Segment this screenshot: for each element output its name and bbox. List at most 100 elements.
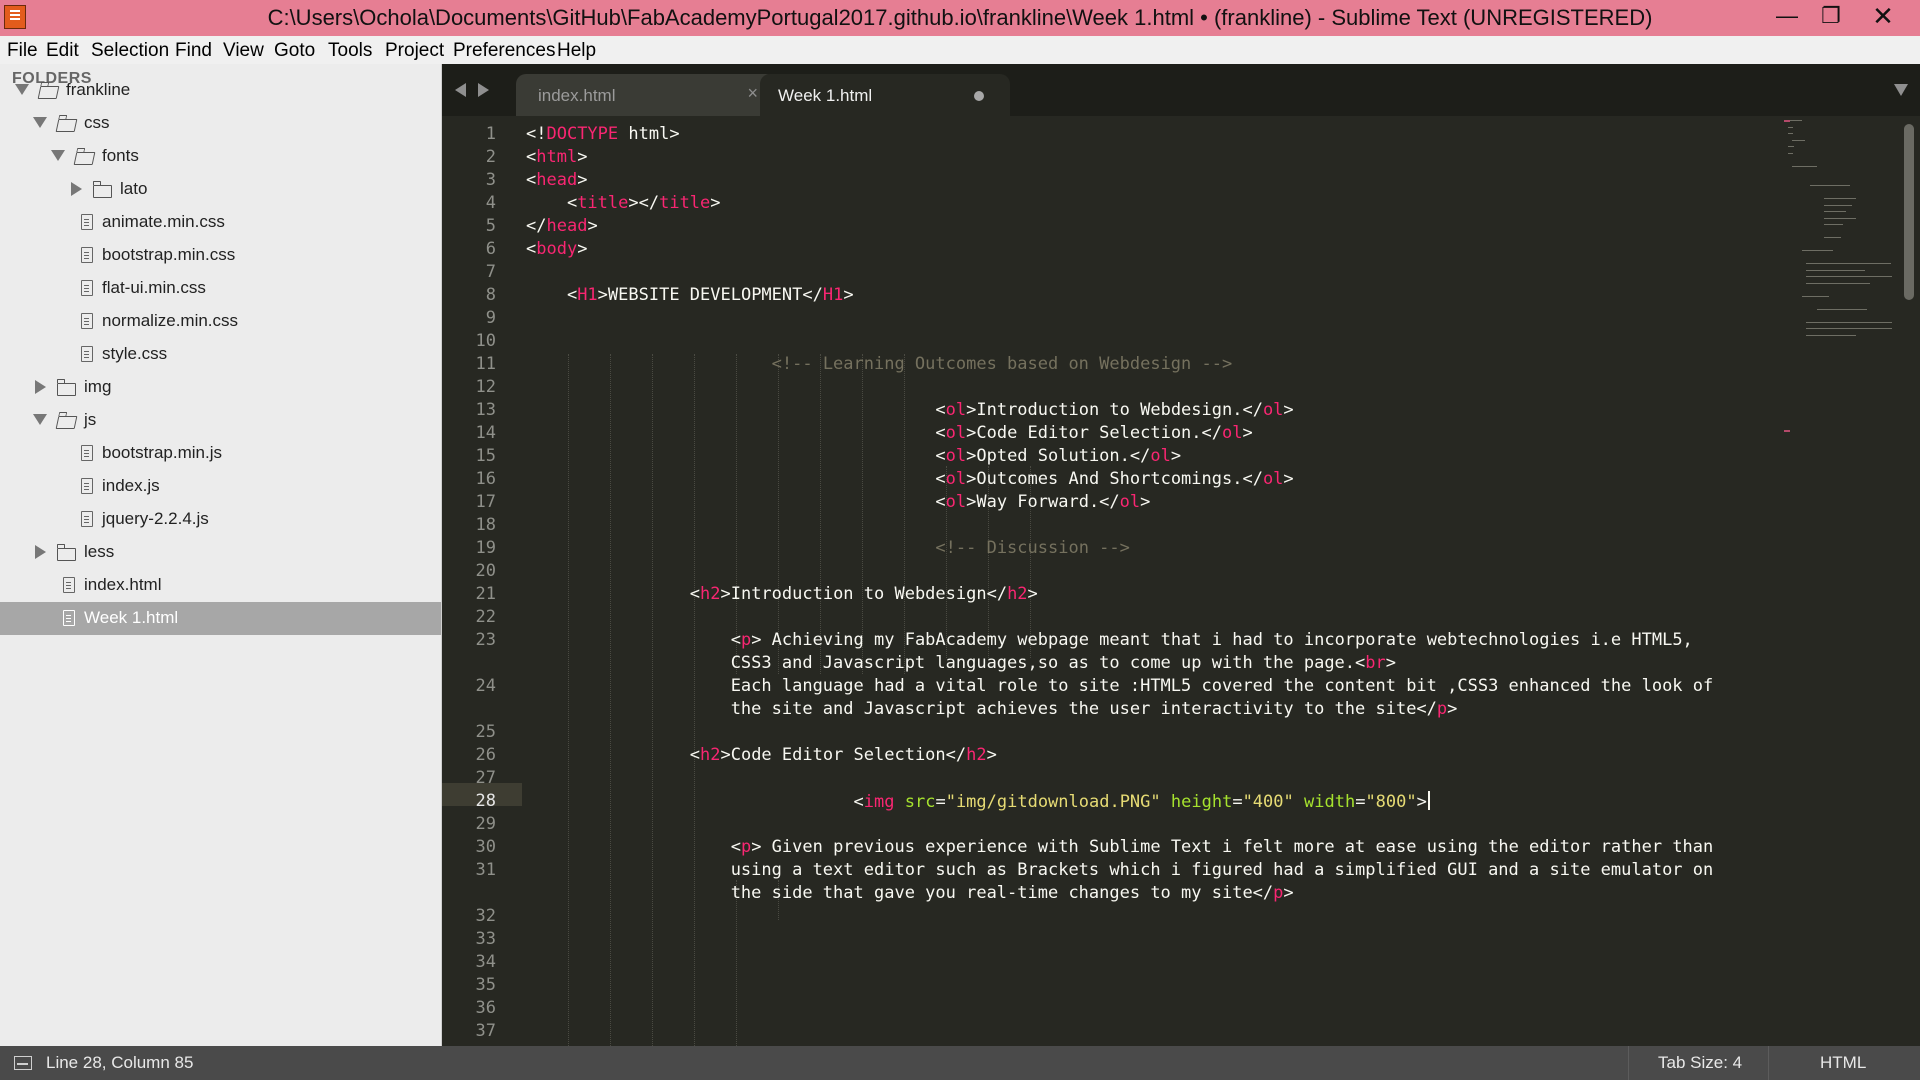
tree-item-bootstrap-min-css[interactable]: bootstrap.min.css	[0, 239, 441, 272]
disclosure-collapsed-icon[interactable]	[35, 545, 46, 559]
tree-item-label: css	[84, 113, 110, 132]
tree-item-less[interactable]: less	[0, 536, 441, 569]
code-line[interactable]: <ol>Outcomes And Shortcomings.</ol>	[526, 469, 1293, 489]
line-number: 30	[475, 837, 496, 857]
minimap-line	[1816, 308, 1868, 310]
tree-item-js[interactable]: js	[0, 404, 441, 437]
minimap-line	[1791, 165, 1817, 167]
tree-item-index-html[interactable]: index.html	[0, 569, 441, 602]
menu-file[interactable]: File	[7, 40, 38, 62]
code-line[interactable]: <!DOCTYPE html>	[526, 124, 680, 144]
menu-goto[interactable]: Goto	[274, 40, 315, 62]
code-line[interactable]: <p> Achieving my FabAcademy webpage mean…	[526, 630, 1693, 650]
menu-edit[interactable]: Edit	[46, 40, 79, 62]
code-line[interactable]: <html>	[526, 147, 587, 167]
code-line[interactable]: <H1>WEBSITE DEVELOPMENT</H1>	[526, 285, 854, 305]
file-icon	[81, 247, 93, 263]
tree-item-label: lato	[120, 179, 148, 198]
tree-item-bootstrap-min-js[interactable]: bootstrap.min.js	[0, 437, 441, 470]
minimize-button[interactable]: —	[1764, 0, 1810, 32]
minimap-line	[1824, 211, 1846, 212]
status-divider	[1768, 1046, 1769, 1080]
tab-close-icon[interactable]: ×	[747, 83, 758, 104]
code-line[interactable]: <ol>Introduction to Webdesign.</ol>	[526, 400, 1293, 420]
disclosure-expanded-icon[interactable]	[51, 150, 65, 161]
code-line[interactable]: <head>	[526, 170, 587, 190]
minimap-line	[1806, 269, 1865, 271]
code-line[interactable]: <ol>Code Editor Selection.</ol>	[526, 423, 1252, 443]
tree-item-lato[interactable]: lato	[0, 173, 441, 206]
line-number: 28	[475, 791, 496, 811]
code-area[interactable]: <!DOCTYPE html> <html> <head> <title></tit…	[526, 116, 1826, 1046]
disclosure-expanded-icon[interactable]	[33, 117, 47, 128]
code-line[interactable]: using a text editor such as Brackets whi…	[526, 860, 1714, 880]
code-line[interactable]: <img src="img/gitdownload.PNG" height="4…	[526, 791, 1430, 812]
vertical-scrollbar[interactable]	[1904, 124, 1914, 300]
tab-week-1-html[interactable]: Week 1.html	[760, 74, 1010, 116]
tree-item-jquery-2-2-4-js[interactable]: jquery-2.2.4.js	[0, 503, 441, 536]
disclosure-collapsed-icon[interactable]	[71, 182, 82, 196]
tab-nav-right-icon[interactable]	[478, 83, 489, 97]
file-icon	[81, 478, 93, 494]
code-line[interactable]: <!-- Discussion -->	[526, 538, 1129, 558]
tab-list-dropdown-icon[interactable]	[1894, 84, 1908, 96]
tab-size-indicator[interactable]: Tab Size: 4	[1658, 1053, 1742, 1073]
disclosure-expanded-icon[interactable]	[15, 84, 29, 95]
disclosure-expanded-icon[interactable]	[33, 414, 47, 425]
code-line[interactable]: <!-- Learning Outcomes based on Webdesig…	[526, 354, 1233, 374]
menu-project[interactable]: Project	[385, 40, 444, 62]
unsaved-dot-icon[interactable]	[974, 91, 984, 101]
folder-open-icon	[55, 119, 78, 132]
maximize-button[interactable]: ❐	[1808, 0, 1854, 32]
tree-item-style-css[interactable]: style.css	[0, 338, 441, 371]
menu-tools[interactable]: Tools	[328, 40, 372, 62]
code-line[interactable]: <body>	[526, 239, 587, 259]
tree-item-frankline[interactable]: frankline	[0, 74, 441, 107]
tree-item-animate-min-css[interactable]: animate.min.css	[0, 206, 441, 239]
tab-nav-left-icon[interactable]	[455, 83, 466, 97]
menu-find[interactable]: Find	[175, 40, 212, 62]
code-line[interactable]: the site and Javascript achieves the use…	[526, 699, 1458, 719]
minimap-line	[1806, 263, 1891, 264]
file-icon	[63, 610, 75, 626]
editor[interactable]: 1 2 3 4 5 6 7 8 9 10 11 12 13 14 15 16 17 18 19 20 21 22 23 24 2…	[442, 116, 1920, 1046]
code-line[interactable]: CSS3 and Javascript languages,so as to c…	[526, 653, 1396, 673]
file-icon	[81, 346, 93, 362]
console-toggle-icon[interactable]	[14, 1056, 32, 1070]
code-line[interactable]: <h2>Introduction to Webdesign</h2>	[526, 584, 1038, 604]
disclosure-collapsed-icon[interactable]	[35, 380, 46, 394]
tree-item-index-js[interactable]: index.js	[0, 470, 441, 503]
code-line[interactable]: <h2>Code Editor Selection</h2>	[526, 745, 997, 765]
menu-selection[interactable]: Selection	[91, 40, 169, 62]
tree-item-label: index.html	[84, 575, 162, 594]
menu-preferences[interactable]: Preferences	[453, 40, 555, 62]
code-line[interactable]: <ol>Opted Solution.</ol>	[526, 446, 1181, 466]
minimap-line	[1802, 250, 1833, 251]
close-button[interactable]: ✕	[1860, 0, 1906, 32]
tab-index-html[interactable]: index.html ×	[516, 74, 776, 116]
line-number: 26	[475, 745, 496, 765]
minimap[interactable]	[1782, 116, 1902, 1046]
code-line[interactable]: <p> Given previous experience with Subli…	[526, 837, 1714, 857]
minimap-line	[1824, 198, 1856, 199]
tree-item-label: index.js	[102, 476, 160, 495]
minimap-marker	[1784, 430, 1790, 432]
code-line[interactable]: <ol>Way Forward.</ol>	[526, 492, 1150, 512]
window-title: C:\Users\Ochola\Documents\GitHub\FabAcad…	[267, 5, 1653, 30]
line-number: 1	[485, 124, 496, 144]
code-line[interactable]: </head>	[526, 216, 598, 236]
tree-item-week-1-html[interactable]: Week 1.html	[0, 602, 441, 635]
tree-item-fonts[interactable]: fonts	[0, 140, 441, 173]
tree-item-flat-ui-min-css[interactable]: flat-ui.min.css	[0, 272, 441, 305]
minimap-line	[1806, 276, 1893, 277]
tree-item-normalize-min-css[interactable]: normalize.min.css	[0, 305, 441, 338]
code-line[interactable]: Each language had a vital role to site :…	[526, 676, 1714, 696]
code-line[interactable]: <title></title>	[526, 193, 721, 213]
tree-item-img[interactable]: img	[0, 371, 441, 404]
menu-view[interactable]: View	[223, 40, 264, 62]
menu-help[interactable]: Help	[557, 40, 596, 62]
code-line[interactable]: the side that gave you real-time changes…	[526, 883, 1294, 903]
folder-icon	[56, 544, 76, 561]
syntax-indicator[interactable]: HTML	[1820, 1053, 1866, 1073]
tree-item-css[interactable]: css	[0, 107, 441, 140]
